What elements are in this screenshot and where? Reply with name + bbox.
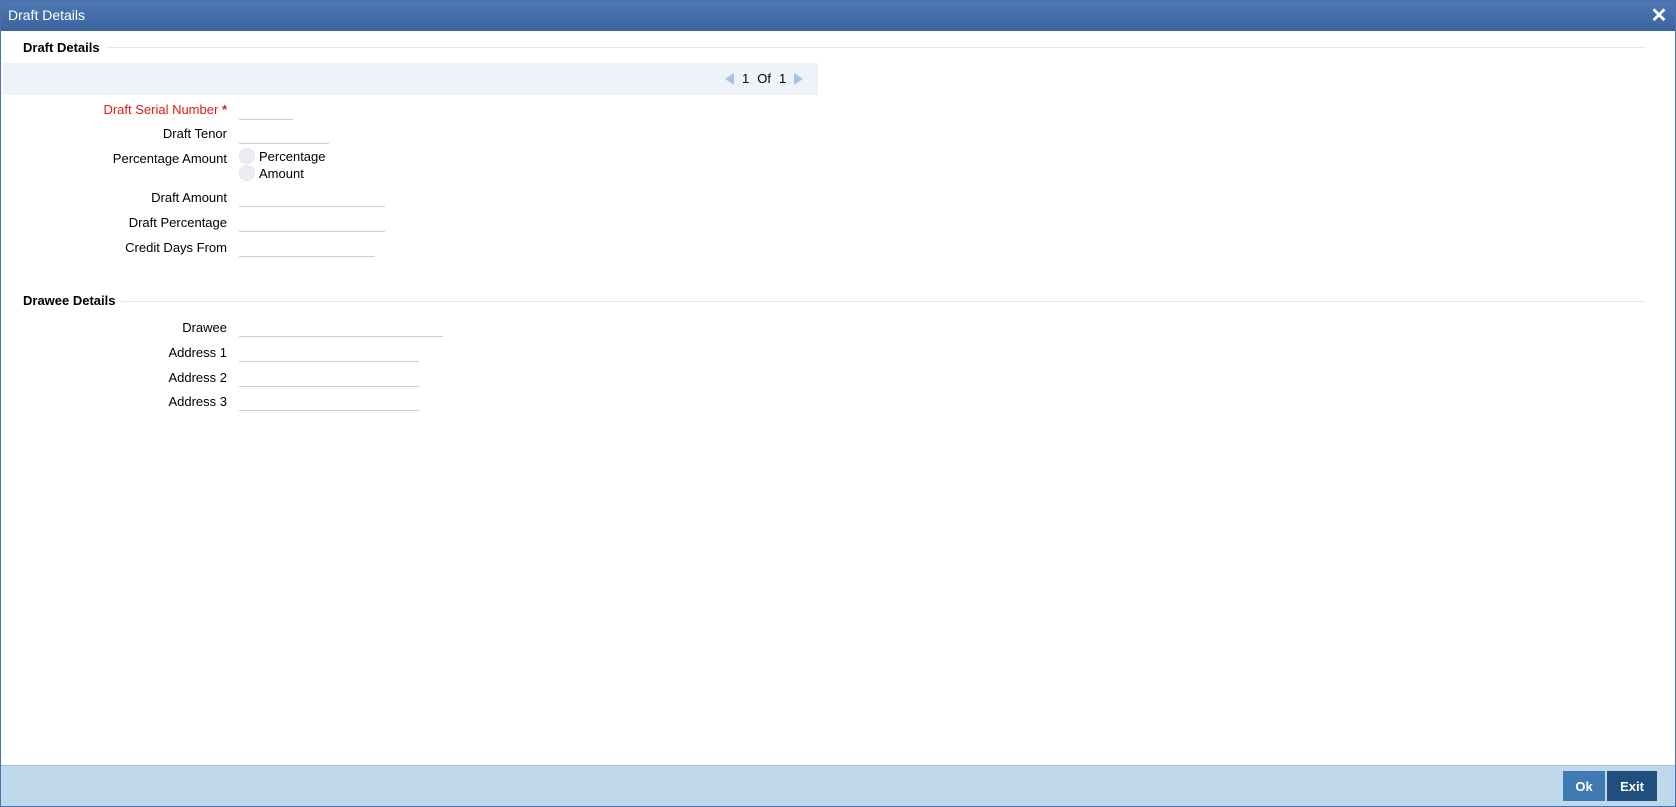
- draft-tenor-input[interactable]: [239, 123, 329, 144]
- address2-input[interactable]: [239, 366, 419, 387]
- draft-percentage-input[interactable]: [239, 211, 385, 232]
- pager: 1 Of 1: [725, 71, 804, 86]
- drawee-input[interactable]: [239, 316, 443, 337]
- title-bar: Draft Details ✕: [1, 1, 1675, 31]
- drawee-details-rule: [121, 301, 1646, 302]
- prev-page-icon[interactable]: [725, 72, 734, 85]
- address3-input[interactable]: [239, 390, 419, 411]
- percentage-amount-label: Percentage Amount: [112, 151, 227, 166]
- percentage-radio-label: Percentage: [259, 148, 326, 164]
- drawee-label: Drawee: [182, 320, 227, 335]
- amount-radio[interactable]: [239, 165, 255, 181]
- address1-label: Address 1: [168, 345, 227, 360]
- credit-days-from-input[interactable]: [239, 236, 375, 257]
- exit-button[interactable]: Exit: [1607, 771, 1657, 801]
- draft-serial-number-label: Draft Serial Number *: [7, 102, 227, 117]
- draft-percentage-label: Draft Percentage: [128, 215, 227, 230]
- window-title: Draft Details: [8, 7, 86, 23]
- draft-details-rule: [106, 47, 1646, 48]
- next-page-icon[interactable]: [794, 72, 804, 85]
- amount-radio-option[interactable]: Amount: [239, 165, 304, 181]
- percentage-radio[interactable]: [239, 148, 255, 164]
- required-mark: *: [221, 102, 227, 117]
- draft-tenor-label: Draft Tenor: [162, 126, 227, 141]
- close-icon[interactable]: ✕: [1649, 6, 1669, 26]
- pager-of-label: Of: [757, 71, 771, 86]
- draft-amount-label: Draft Amount: [151, 190, 227, 205]
- ok-button[interactable]: Ok: [1563, 771, 1605, 801]
- percentage-radio-option[interactable]: Percentage: [239, 148, 326, 164]
- draft-amount-input[interactable]: [239, 186, 385, 207]
- pager-total: 1: [778, 71, 787, 86]
- draft-details-heading: Draft Details: [23, 40, 100, 55]
- draft-serial-number-label-text: Draft Serial Number: [103, 102, 219, 117]
- draft-details-window: Draft Details ✕ Draft Details 1 Of 1 Dra…: [0, 0, 1676, 807]
- drawee-details-heading: Drawee Details: [23, 293, 116, 308]
- footer-bar: Ok Exit: [1, 765, 1675, 806]
- credit-days-from-label: Credit Days From: [125, 240, 227, 255]
- pager-bar: 1 Of 1: [3, 63, 818, 95]
- amount-radio-label: Amount: [259, 165, 304, 181]
- address2-label: Address 2: [168, 370, 227, 385]
- pager-current: 1: [742, 71, 750, 86]
- address1-input[interactable]: [239, 341, 419, 362]
- draft-serial-number-input[interactable]: [239, 99, 293, 120]
- address3-label: Address 3: [168, 394, 227, 409]
